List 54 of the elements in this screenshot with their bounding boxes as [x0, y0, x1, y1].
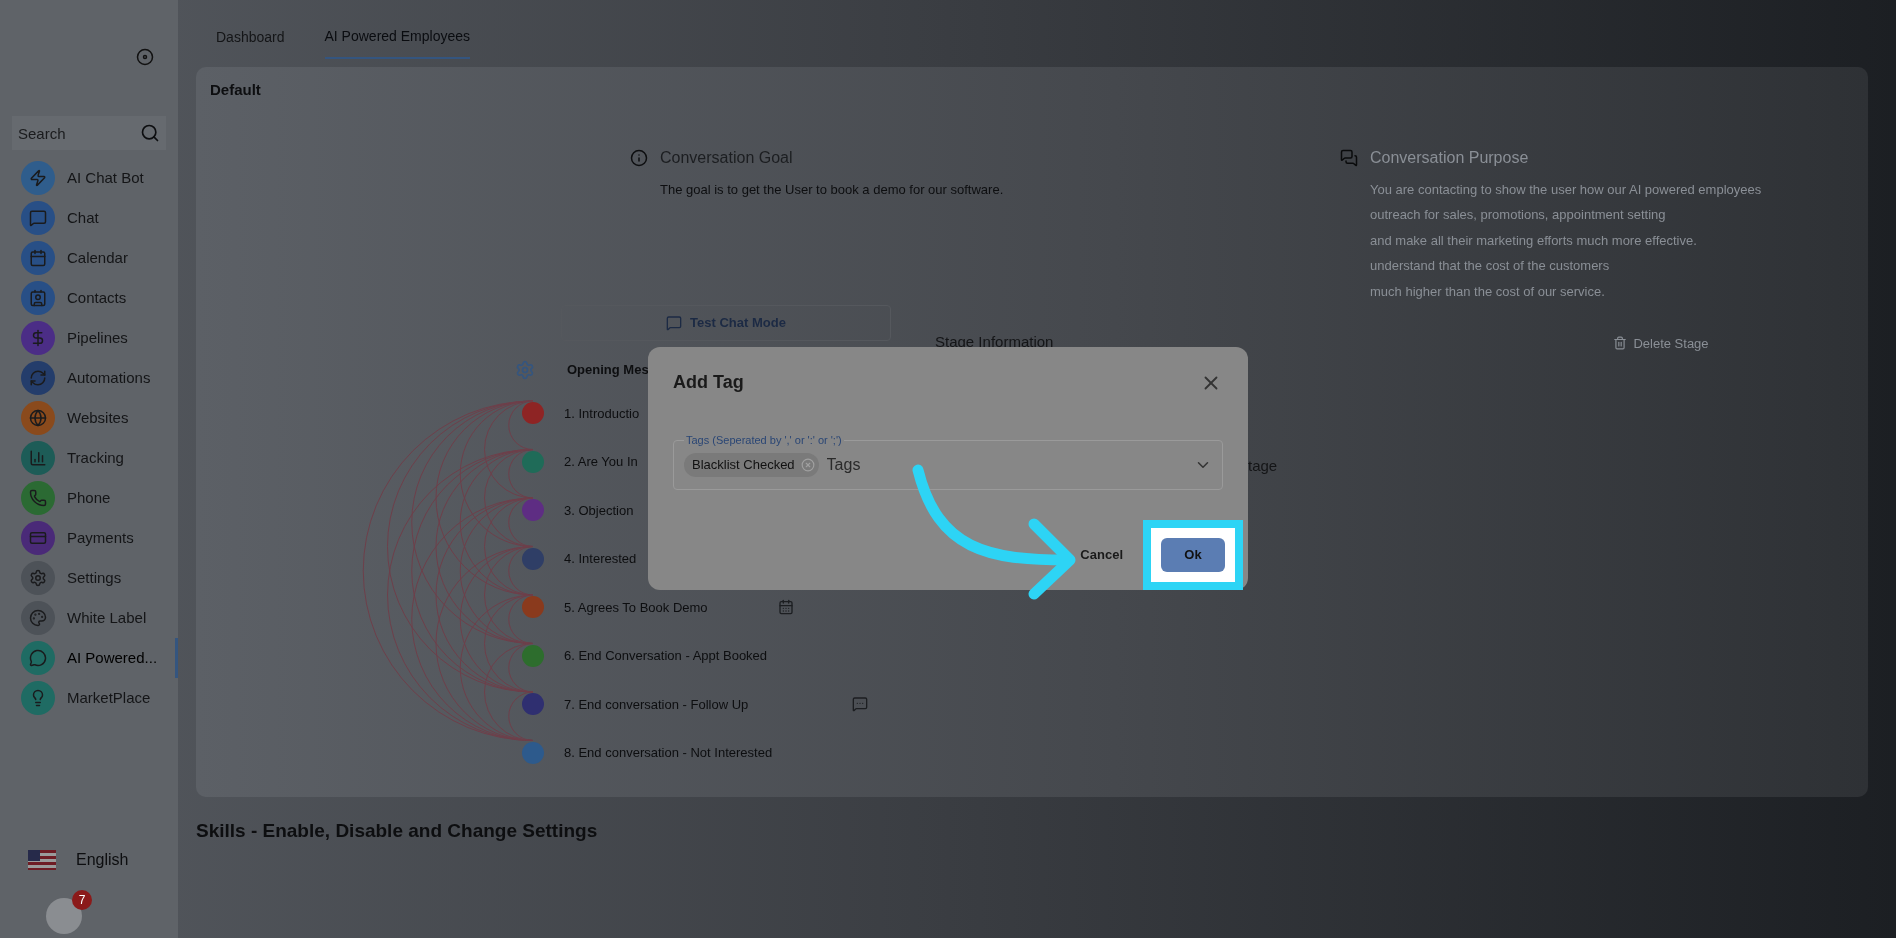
delete-stage-button[interactable]: Delete Stage	[1613, 333, 1709, 353]
stage-label[interactable]: 3. Objection	[564, 500, 634, 520]
nav-item[interactable]: Websites	[0, 398, 178, 438]
notification-badge: 7	[72, 890, 92, 910]
nav-item[interactable]: AI Chat Bot	[0, 158, 178, 198]
nav-item[interactable]: Pipelines	[0, 318, 178, 358]
nav-item[interactable]: MarketPlace	[0, 678, 178, 718]
nav-item[interactable]: AI Powered...	[0, 638, 178, 678]
nav-item[interactable]: Automations	[0, 358, 178, 398]
nav-item[interactable]: Tracking	[0, 438, 178, 478]
purpose-text: and make all their marketing efforts much more effective.	[1370, 231, 1698, 250]
info-icon	[630, 148, 648, 167]
ok-button[interactable]: Ok	[1161, 538, 1225, 572]
nav-item[interactable]: Settings	[0, 558, 178, 598]
stage-label[interactable]: 2. Are You In	[564, 452, 638, 472]
nav-item[interactable]: Payments	[0, 518, 178, 558]
purpose-text: outreach for sales, promotions, appointment setting	[1370, 206, 1667, 224]
stage-label[interactable]: 1. Introductio	[564, 403, 640, 423]
tags-input[interactable]: Tags	[826, 453, 947, 477]
search-field[interactable]: Search	[12, 116, 166, 150]
conversation-icon	[1340, 148, 1358, 167]
purpose-text: You are contacting to show the user how our AI powered employees	[1370, 180, 1762, 199]
tab[interactable]: Dashboard	[216, 26, 285, 59]
record-icon[interactable]	[136, 48, 154, 66]
stage-label[interactable]: 7. End conversation - Follow Up	[564, 694, 749, 714]
section-title: Default	[210, 80, 262, 100]
dialog-title: Add Tag	[673, 371, 744, 394]
purpose-text: understand that the cost of the customers	[1370, 257, 1611, 275]
search-icon[interactable]	[140, 123, 160, 143]
nav-item[interactable]: Phone	[0, 478, 178, 518]
nav-item[interactable]: Chat	[0, 198, 178, 238]
goal-text: The goal is to get the User to book a demo for our software.	[660, 180, 1005, 199]
skills-heading: Skills - Enable, Disable and Change Settings	[196, 819, 599, 843]
flag-icon	[28, 850, 56, 870]
trash-icon	[1613, 336, 1628, 351]
opening-message-label: Opening Mes	[567, 361, 649, 380]
tab[interactable]: AI Powered Employees	[324, 26, 471, 59]
calendar-icon[interactable]	[777, 599, 794, 616]
nav-item[interactable]: Contacts	[0, 278, 178, 318]
settings-icon[interactable]	[515, 360, 535, 380]
nav-item[interactable]: Calendar	[0, 238, 178, 278]
stage-label[interactable]: 6. End Conversation - Appt Booked	[564, 646, 768, 666]
tag-chip[interactable]: Blacklist Checked	[684, 453, 819, 477]
stage-label[interactable]: 5. Agrees To Book Demo	[564, 597, 708, 617]
purpose-title: Conversation Purpose	[1370, 147, 1529, 168]
stage-label[interactable]: 4. Interested	[564, 549, 637, 569]
remove-icon[interactable]	[800, 458, 815, 472]
chat-icon[interactable]	[852, 696, 869, 713]
nav-item[interactable]: White Label	[0, 598, 178, 638]
stage-label[interactable]: 8. End conversation - Not Interested	[564, 743, 773, 763]
cancel-button[interactable]: Cancel	[1074, 539, 1129, 571]
chat-icon	[666, 315, 683, 331]
purpose-text: much higher than the cost of our service.	[1370, 282, 1606, 301]
language-label[interactable]: English	[76, 848, 129, 872]
